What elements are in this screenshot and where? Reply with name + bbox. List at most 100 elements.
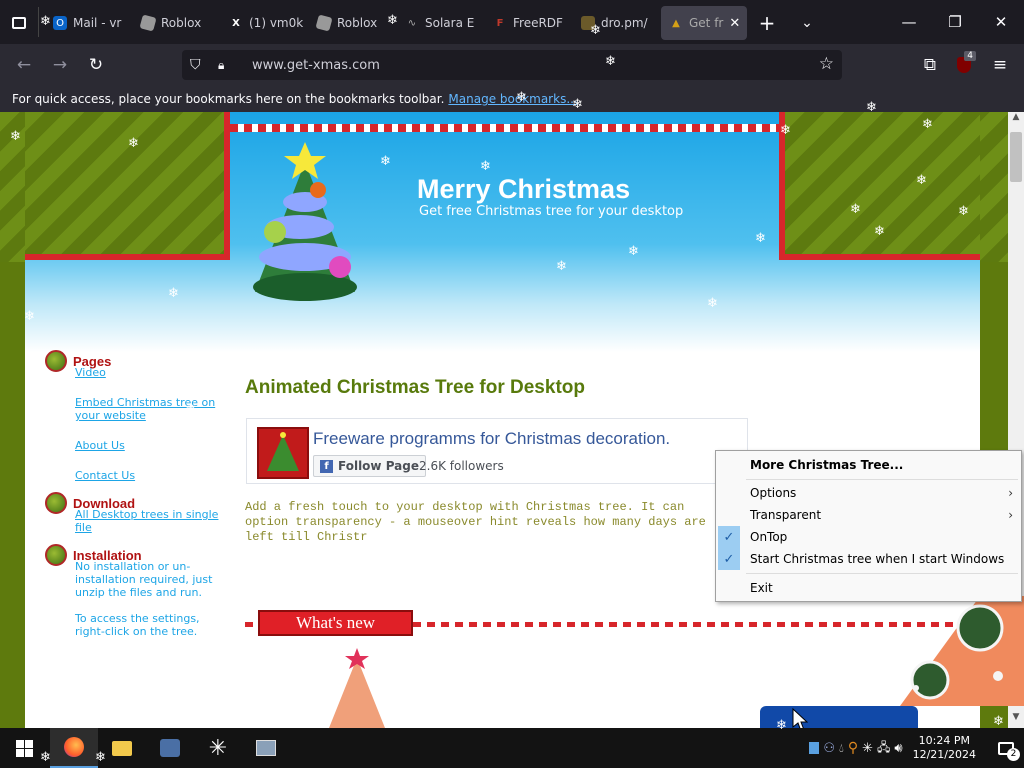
url-text[interactable]: www.get-xmas.com (252, 58, 380, 73)
ublock-extension[interactable]: 4 (946, 49, 982, 81)
christmas-tree-logo (253, 142, 357, 301)
x-icon: X (232, 17, 240, 29)
solara-icon: ∿ (407, 17, 417, 29)
tab-bar: O Mail - vr Roblox X (1) vm0k Roblox ∿ Sola… (0, 0, 1024, 44)
site-title: Merry Christmas (417, 174, 631, 204)
sidebar-link-video[interactable]: Video (75, 366, 230, 379)
tab-x[interactable]: X (1) vm0k (221, 6, 309, 40)
checkmark-icon: ✓ (718, 548, 740, 570)
menu-separator (746, 479, 1018, 480)
main-title: Animated Christmas Tree for Desktop (245, 377, 585, 398)
tab-list-icon (12, 17, 26, 29)
menu-separator (746, 573, 1018, 574)
image-app-icon (256, 740, 276, 756)
start-button[interactable] (0, 728, 48, 768)
volume-icon[interactable]: 🔊︎ (894, 741, 902, 756)
tray-search-icon[interactable]: ⚲ (848, 740, 858, 756)
tree-context-menu: More Christmas Tree... Options › Transpar… (715, 450, 1022, 602)
extensions-button[interactable]: ⧉ (912, 49, 948, 81)
outlook-icon: O (53, 16, 67, 30)
app-icon (160, 739, 180, 757)
sidebar-link-all-trees[interactable]: All Desktop trees in single file (75, 508, 230, 534)
taskbar-app-2[interactable]: ✳ (194, 728, 242, 768)
installation-text-2: To access the settings, right-click on t… (75, 612, 200, 638)
notification-count: 2 (1007, 748, 1020, 761)
description-text: Add a fresh touch to your desktop with C… (245, 500, 706, 544)
site-subtitle: Get free Christmas tree for your desktop (419, 204, 684, 219)
taskbar-firefox[interactable] (50, 728, 98, 768)
freerdp-icon: F (496, 17, 504, 29)
bookmark-star-icon[interactable]: ☆ (819, 54, 834, 74)
asterisk-icon: ✳ (208, 735, 228, 761)
manage-bookmarks-link[interactable]: Manage bookmarks... (448, 92, 577, 106)
shield-icon[interactable]: ⛉ (190, 57, 212, 73)
bookmarks-hint: For quick access, place your bookmarks h… (12, 92, 445, 106)
tab-get-xmas[interactable]: ▲ Get fr ✕ (661, 6, 747, 40)
small-tree-decoration (329, 648, 385, 728)
forward-button[interactable]: → (42, 49, 78, 81)
new-tab-button[interactable]: + (747, 6, 787, 40)
sidebar-link-about[interactable]: About Us (75, 439, 230, 452)
menu-item-more-trees[interactable]: More Christmas Tree... (716, 454, 1021, 476)
taskbar: ✳ ⚇ 💧︎ ⚲ ✳ 🖧︎ 🔊︎ 10:24 PM 12/21/2024 2 (0, 728, 1024, 768)
whats-new-banner: What's new (258, 610, 413, 636)
header-green-left (25, 112, 230, 260)
submenu-arrow-icon: › (1008, 486, 1013, 500)
close-window-button[interactable]: ✕ (978, 0, 1024, 44)
tab-list-button[interactable] (0, 6, 38, 40)
tab-roblox-1[interactable]: Roblox (133, 6, 221, 40)
notifications-button[interactable]: 2 (988, 728, 1024, 768)
roblox-icon (139, 14, 157, 32)
network-icon[interactable]: 🖧︎ (877, 738, 890, 759)
page-viewport: Merry Christmas Get free Christmas tree … (0, 112, 1008, 728)
tray-app-icon[interactable] (809, 742, 820, 754)
scrollbar-thumb[interactable] (1010, 132, 1022, 182)
ornament-icon (45, 492, 67, 514)
menu-item-transparent[interactable]: Transparent › (716, 504, 1021, 526)
tab-freerdp[interactable]: F FreeRDF (485, 6, 573, 40)
taskbar-file-explorer[interactable] (98, 728, 146, 768)
tray-network-app-icon[interactable]: ⚇ (823, 741, 835, 756)
follow-page-button[interactable]: f Follow Page (313, 455, 426, 477)
url-bar[interactable]: ⛉ 🔒︎ www.get-xmas.com ☆ (182, 50, 842, 80)
close-tab-icon[interactable]: ✕ (729, 16, 740, 31)
menu-item-ontop[interactable]: ✓ OnTop (716, 526, 1021, 548)
tab-solara[interactable]: ∿ Solara E (397, 6, 485, 40)
menu-item-start-with-windows[interactable]: ✓ Start Christmas tree when I start Windo… (716, 548, 1021, 570)
tab-roblox-2[interactable]: Roblox (309, 6, 397, 40)
ornament-icon (45, 544, 67, 566)
taskbar-app-3[interactable] (242, 728, 290, 768)
facebook-page-image[interactable] (257, 427, 309, 479)
list-all-tabs-button[interactable]: ⌄ (787, 6, 827, 40)
menu-button[interactable]: ≡ (982, 49, 1018, 81)
facebook-page-name[interactable]: Freeware programms for Christmas decorat… (313, 429, 670, 449)
tray-asterisk-icon[interactable]: ✳ (862, 741, 873, 756)
ornament-icon (45, 350, 67, 372)
reload-button[interactable]: ↻ (78, 49, 114, 81)
extension-badge: 4 (964, 51, 976, 61)
menu-item-options[interactable]: Options › (716, 482, 1021, 504)
folder-icon (112, 740, 132, 756)
scroll-up-arrow[interactable]: ▲ (1008, 112, 1024, 128)
sidebar: Pages Video Embed Christmas tree on your… (45, 350, 230, 638)
menu-item-exit[interactable]: Exit (716, 577, 1021, 599)
checkmark-icon: ✓ (718, 526, 740, 548)
sidebar-link-embed[interactable]: Embed Christmas tree on your website (75, 396, 230, 422)
roblox-icon (315, 14, 333, 32)
xmas-tree-icon: ▲ (672, 17, 680, 29)
windows-icon (15, 739, 33, 757)
sidebar-link-contact[interactable]: Contact Us (75, 469, 230, 482)
tray-drop-icon[interactable]: 💧︎ (839, 741, 844, 756)
back-button[interactable]: ← (6, 49, 42, 81)
candy-cane-border (230, 124, 779, 132)
tree-thumbnail-icon (267, 432, 299, 471)
clock-time: 10:24 PM (918, 734, 970, 747)
tab-dro[interactable]: dro.pm/ (573, 6, 661, 40)
minimize-button[interactable]: — (886, 0, 932, 44)
taskbar-app-1[interactable] (146, 728, 194, 768)
firefox-icon (64, 737, 84, 757)
maximize-button[interactable]: ❐ (932, 0, 978, 44)
clock[interactable]: 10:24 PM 12/21/2024 (913, 734, 976, 762)
tab-mail[interactable]: O Mail - vr (45, 6, 133, 40)
lock-icon[interactable]: 🔒︎ (218, 58, 238, 73)
